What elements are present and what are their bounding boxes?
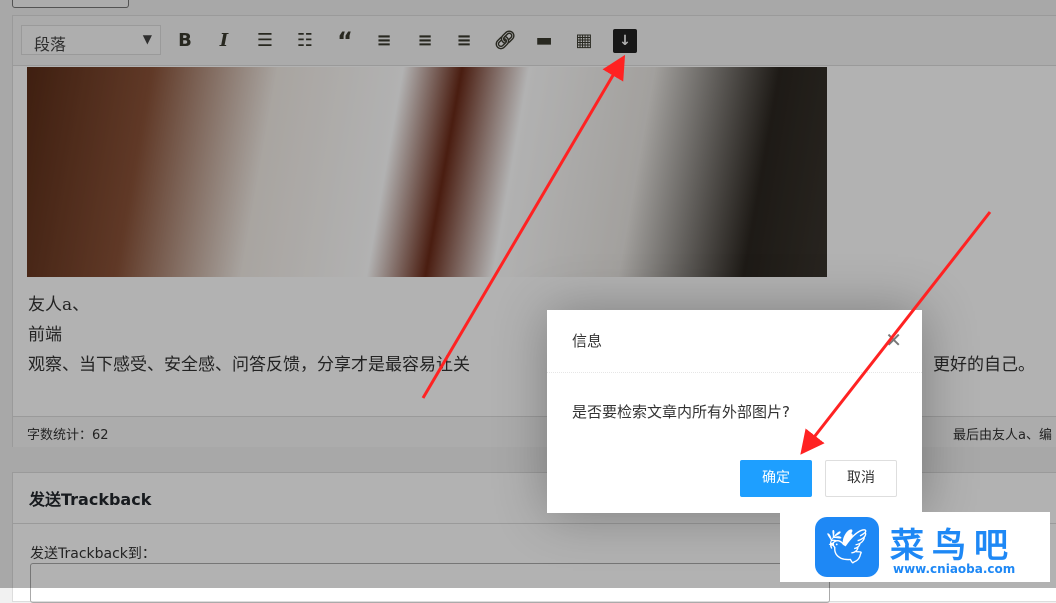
annotation-arrows [421, 54, 992, 455]
arrow-to-download-icon [421, 54, 626, 399]
watermark-name: 菜鸟吧 [890, 526, 1016, 566]
bird-icon: 🕊︎ [815, 517, 879, 577]
arrow-to-confirm-button [800, 211, 992, 455]
watermark-logo: 🕊︎ 菜鸟吧 www.cniaoba.com [780, 512, 1050, 582]
watermark-url: www.cniaoba.com [893, 562, 1016, 576]
